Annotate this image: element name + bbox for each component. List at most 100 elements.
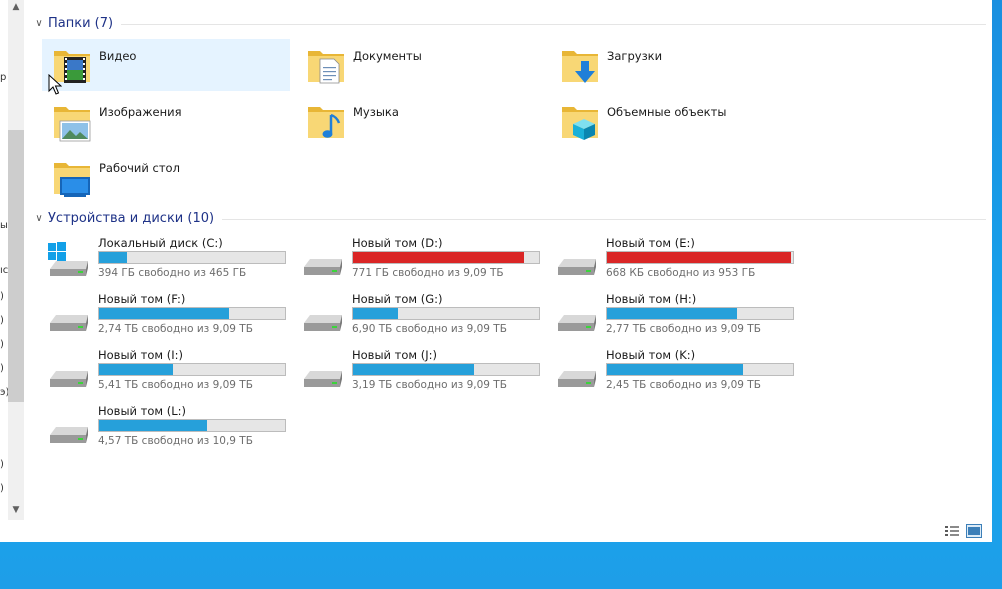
drive-item[interactable]: Новый том (D:) 771 ГБ свободно из 9,09 ТБ — [296, 233, 546, 285]
drive-name: Новый том (K:) — [606, 348, 696, 362]
drive-free-space: 394 ГБ свободно из 465 ГБ — [98, 267, 247, 279]
hard-drive-icon — [304, 371, 342, 387]
nav-scrollbar[interactable]: ▲ ▼ — [8, 0, 24, 520]
hard-drive-icon — [558, 259, 596, 275]
drive-name: Новый том (F:) — [98, 292, 186, 306]
drive-free-space: 3,19 ТБ свободно из 9,09 ТБ — [352, 379, 507, 391]
hard-drive-icon — [304, 259, 342, 275]
navigation-pane-edge[interactable]: p ы ıc ) ) ) ) э) ) ) — [0, 0, 8, 520]
drive-item[interactable]: Новый том (J:) 3,19 ТБ свободно из 9,09 Т… — [296, 345, 546, 397]
explorer-window: p ы ıc ) ) ) ) э) ) ) ▲ ▼ ∨ Папки (7) — [0, 0, 992, 542]
folder-item-desktop[interactable]: Рабочий стол — [42, 151, 290, 203]
drive-usage-bar — [352, 251, 540, 264]
drive-usage-bar — [606, 363, 794, 376]
chevron-down-icon[interactable]: ∨ — [30, 213, 48, 224]
nav-fragment[interactable]: э) — [0, 387, 8, 398]
group-divider — [121, 23, 986, 25]
nav-fragment[interactable]: ) — [0, 459, 4, 470]
nav-fragment[interactable]: ) — [0, 483, 4, 494]
3d-objects-folder-icon — [562, 107, 598, 140]
nav-fragment[interactable]: ıc — [0, 265, 8, 276]
drive-usage-fill — [607, 364, 743, 375]
drive-item[interactable]: Новый том (G:) 6,90 ТБ свободно из 9,09 Т… — [296, 289, 546, 341]
drive-name: Новый том (L:) — [98, 404, 186, 418]
folder-name: Загрузки — [607, 49, 663, 63]
drive-usage-fill — [99, 420, 207, 431]
drive-free-space: 2,74 ТБ свободно из 9,09 ТБ — [98, 323, 253, 335]
drive-usage-bar — [352, 363, 540, 376]
drive-usage-bar — [606, 251, 794, 264]
windows-drive-icon — [48, 242, 88, 276]
drive-name: Новый том (D:) — [352, 236, 443, 250]
drive-usage-fill — [353, 252, 525, 263]
folder-name: Рабочий стол — [99, 161, 180, 175]
hard-drive-icon — [50, 427, 88, 443]
drive-name: Новый том (G:) — [352, 292, 443, 306]
drive-usage-fill — [99, 252, 127, 263]
drive-usage-bar — [98, 307, 286, 320]
drive-name: Новый том (J:) — [352, 348, 437, 362]
large-icons-view-icon[interactable] — [966, 524, 982, 538]
group-title: Устройства и диски (10) — [48, 210, 215, 226]
hard-drive-icon — [558, 371, 596, 387]
nav-fragment[interactable]: ) — [0, 291, 4, 302]
hard-drive-icon — [558, 315, 596, 331]
scroll-down-icon[interactable]: ▼ — [11, 505, 21, 515]
drive-name: Новый том (I:) — [98, 348, 183, 362]
chevron-down-icon[interactable]: ∨ — [30, 18, 48, 29]
folder-item-documents[interactable]: Документы — [296, 39, 544, 91]
folder-item-music[interactable]: Музыка — [296, 95, 544, 147]
drive-free-space: 5,41 ТБ свободно из 9,09 ТБ — [98, 379, 253, 391]
drive-usage-fill — [99, 364, 174, 375]
drive-usage-bar — [606, 307, 794, 320]
scroll-up-icon[interactable]: ▲ — [11, 2, 21, 12]
downloads-folder-icon — [562, 51, 598, 83]
drive-item[interactable]: Новый том (H:) 2,77 ТБ свободно из 9,09 Т… — [550, 289, 800, 341]
drive-free-space: 668 КБ свободно из 953 ГБ — [606, 267, 756, 279]
group-header-folders[interactable]: ∨ Папки (7) — [30, 13, 986, 33]
drive-usage-bar — [352, 307, 540, 320]
folder-item-3d-objects[interactable]: Объемные объекты — [550, 95, 798, 147]
group-header-drives[interactable]: ∨ Устройства и диски (10) — [30, 208, 986, 228]
drive-item[interactable]: Новый том (F:) 2,74 ТБ свободно из 9,09 Т… — [42, 289, 292, 341]
drive-name: Новый том (H:) — [606, 292, 697, 306]
drive-name: Новый том (E:) — [606, 236, 695, 250]
details-view-icon[interactable] — [944, 524, 960, 538]
drive-usage-fill — [607, 308, 738, 319]
nav-fragment[interactable]: ) — [0, 363, 4, 374]
folder-name: Музыка — [353, 105, 399, 119]
hard-drive-icon — [304, 315, 342, 331]
group-divider — [222, 218, 986, 220]
drive-usage-bar — [98, 363, 286, 376]
nav-fragment[interactable]: ) — [0, 339, 4, 350]
drive-usage-fill — [99, 308, 230, 319]
drive-usage-bar — [98, 419, 286, 432]
pictures-folder-icon — [54, 107, 91, 142]
drive-free-space: 6,90 ТБ свободно из 9,09 ТБ — [352, 323, 507, 335]
drive-item[interactable]: Новый том (I:) 5,41 ТБ свободно из 9,09 Т… — [42, 345, 292, 397]
folder-name: Изображения — [99, 105, 182, 119]
folder-name: Документы — [353, 49, 422, 63]
drive-item[interactable]: Новый том (L:) 4,57 ТБ свободно из 10,9 Т… — [42, 401, 292, 453]
nav-fragment[interactable]: ) — [0, 315, 4, 326]
drive-free-space: 2,45 ТБ свободно из 9,09 ТБ — [606, 379, 761, 391]
group-title: Папки (7) — [48, 15, 114, 31]
drive-usage-bar — [98, 251, 286, 264]
folder-item-video[interactable]: Видео — [42, 39, 290, 91]
hard-drive-icon — [50, 315, 88, 331]
drive-name: Локальный диск (C:) — [98, 236, 223, 250]
drive-item[interactable]: Локальный диск (C:) 394 ГБ свободно из 46… — [42, 233, 292, 285]
scrollbar-thumb[interactable] — [8, 130, 24, 402]
status-bar — [0, 520, 992, 542]
nav-fragment[interactable]: ы — [0, 220, 8, 231]
drive-usage-fill — [353, 364, 474, 375]
drive-free-space: 2,77 ТБ свободно из 9,09 ТБ — [606, 323, 761, 335]
folder-item-downloads[interactable]: Загрузки — [550, 39, 798, 91]
documents-folder-icon — [308, 51, 344, 84]
mouse-cursor-icon — [48, 74, 62, 95]
drive-item[interactable]: Новый том (E:) 668 КБ свободно из 953 ГБ — [550, 233, 800, 285]
folder-item-pictures[interactable]: Изображения — [42, 95, 290, 147]
nav-fragment[interactable]: p — [0, 72, 6, 83]
drive-item[interactable]: Новый том (K:) 2,45 ТБ свободно из 9,09 Т… — [550, 345, 800, 397]
music-folder-icon — [308, 107, 344, 138]
